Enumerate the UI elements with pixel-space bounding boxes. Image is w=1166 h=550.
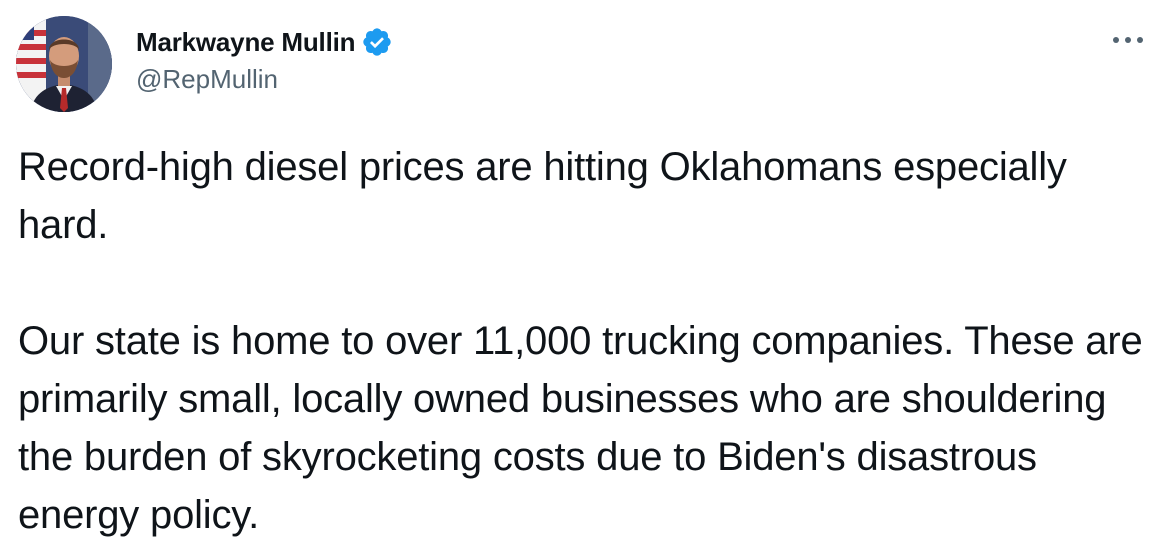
more-options-button[interactable] [1108, 26, 1148, 54]
more-horizontal-icon [1113, 37, 1143, 43]
tweet-card: Markwayne Mullin @RepMullin Record-high … [0, 0, 1166, 550]
verified-badge-icon [363, 28, 391, 56]
author-block: Markwayne Mullin @RepMullin [136, 24, 393, 95]
display-name[interactable]: Markwayne Mullin [136, 27, 356, 58]
tweet-paragraph: Record-high diesel prices are hitting Ok… [18, 145, 1067, 247]
tweet-paragraph: Our state is home to over 11,000 truckin… [18, 319, 1143, 537]
avatar-image [16, 16, 112, 112]
name-row: Markwayne Mullin [136, 24, 393, 60]
tweet-text: Record-high diesel prices are hitting Ok… [18, 138, 1158, 544]
avatar[interactable] [16, 16, 112, 112]
user-handle[interactable]: @RepMullin [136, 64, 393, 95]
